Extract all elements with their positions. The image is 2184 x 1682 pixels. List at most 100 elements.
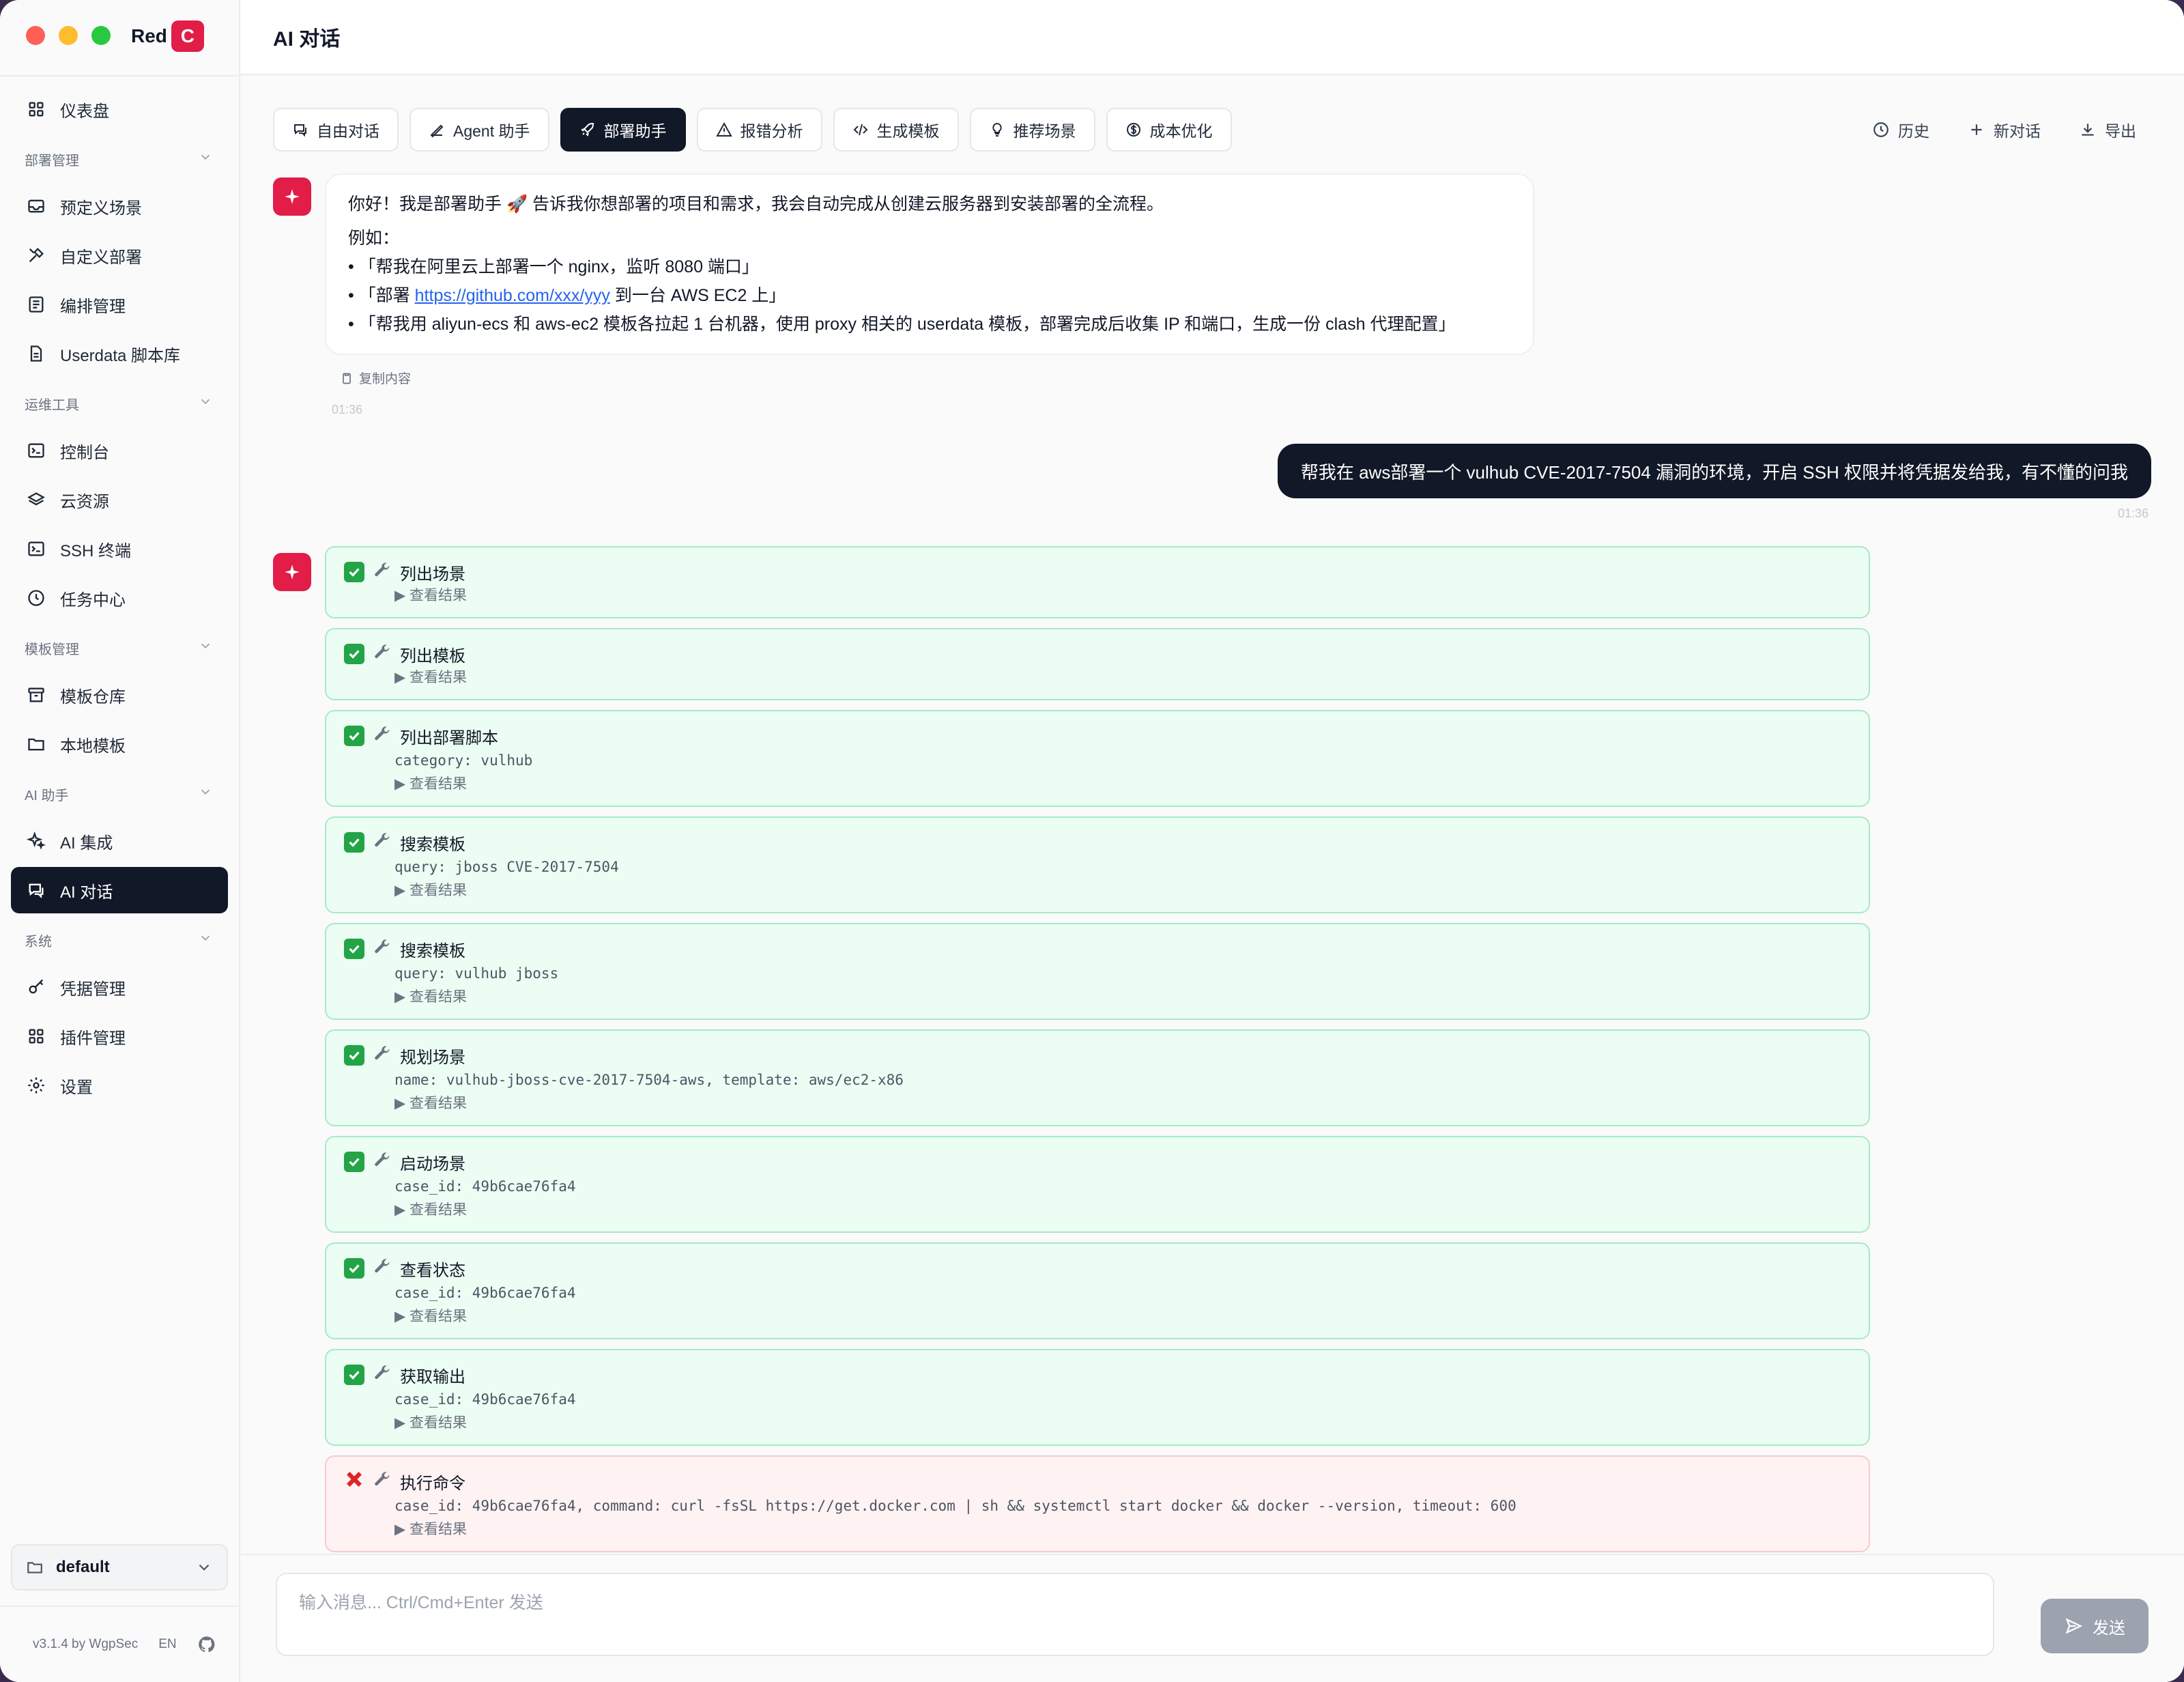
mode-tab[interactable]: 自由对话 (273, 108, 399, 152)
clock-icon (1873, 122, 1888, 137)
sidebar-item[interactable]: 模板仓库 (11, 672, 228, 718)
view-result-toggle[interactable]: ▶ 查看结果 (344, 1092, 1850, 1115)
minimize-window-button[interactable] (59, 26, 78, 45)
chat-icon (29, 883, 44, 899)
mode-tab[interactable]: 报错分析 (696, 108, 822, 152)
warning-icon (715, 122, 732, 137)
send-icon (2065, 1618, 2083, 1634)
folder-icon (28, 738, 44, 751)
check-icon (344, 1045, 364, 1066)
mode-tab[interactable]: 部署助手 (560, 108, 686, 152)
tool-name: 搜索模板 (400, 835, 465, 854)
sidebar-item[interactable]: 自定义部署 (11, 232, 228, 279)
grid-icon (29, 102, 44, 117)
view-result-toggle[interactable]: ▶ 查看结果 (344, 1412, 1850, 1435)
history-button[interactable]: 历史 (1872, 108, 1929, 152)
window-controls (26, 26, 111, 45)
app-logo: Red C (131, 20, 204, 52)
new-chat-button[interactable]: 新对话 (1968, 108, 2041, 152)
sidebar-section-header[interactable]: 模板管理 (11, 624, 228, 672)
rocket-icon (580, 122, 594, 137)
tool-name: 规划场景 (400, 1048, 465, 1067)
tool-args: category: vulhub (394, 752, 533, 769)
check-icon (344, 939, 364, 959)
view-result-toggle[interactable]: ▶ 查看结果 (344, 1518, 1850, 1541)
close-window-button[interactable] (26, 26, 45, 45)
language-toggle[interactable]: EN (158, 1637, 176, 1652)
mode-tab[interactable]: Agent 助手 (410, 108, 549, 152)
sidebar-item[interactable]: 凭据管理 (11, 964, 228, 1010)
sidebar-item[interactable]: AI 集成 (11, 818, 228, 864)
view-result-toggle[interactable]: ▶ 查看结果 (344, 584, 1850, 608)
tool-name: 获取输出 (400, 1367, 465, 1386)
sidebar-item[interactable]: 控制台 (11, 427, 228, 474)
sidebar-section-header[interactable]: 运维工具 (11, 380, 228, 427)
wrench-icon (373, 1470, 392, 1494)
export-button[interactable]: 导出 (2079, 108, 2136, 152)
check-icon (344, 562, 364, 582)
terminal-icon (28, 541, 44, 556)
sidebar-item[interactable]: 预定义场景 (11, 183, 228, 229)
sidebar-item[interactable]: 编排管理 (11, 281, 228, 328)
tool-args: query: jboss CVE-2017-7504 (394, 859, 619, 875)
terminal-icon (28, 443, 44, 458)
sidebar-item[interactable]: 插件管理 (11, 1013, 228, 1059)
tool-name: 列出部署脚本 (400, 728, 498, 747)
sidebar-section-header[interactable]: 系统 (11, 916, 228, 964)
chevron-down-icon (199, 1564, 210, 1571)
tool-name: 启动场景 (400, 1154, 465, 1173)
sidebar-item[interactable]: 云资源 (11, 476, 228, 523)
sidebar-item[interactable]: 仪表盘 (11, 86, 228, 132)
maximize-window-button[interactable] (91, 26, 111, 45)
sidebar-section-header[interactable]: AI 助手 (11, 770, 228, 818)
github-icon[interactable] (197, 1635, 216, 1654)
wrench-icon (373, 831, 392, 855)
mode-tab[interactable]: 成本优化 (1106, 108, 1232, 152)
wrench-icon (373, 642, 392, 666)
view-result-toggle[interactable]: ▶ 查看结果 (344, 1199, 1850, 1222)
wrench-icon (373, 1363, 392, 1387)
tool-call-card: 列出部署脚本 category: vulhub ▶ 查看结果 (325, 710, 1870, 807)
assistant-avatar (273, 177, 311, 216)
view-result-toggle[interactable]: ▶ 查看结果 (344, 986, 1850, 1009)
sidebar-item[interactable]: SSH 终端 (11, 526, 228, 572)
sidebar-item[interactable]: Userdata 脚本库 (11, 330, 228, 377)
sidebar-item[interactable]: 本地模板 (11, 721, 228, 767)
view-result-toggle[interactable]: ▶ 查看结果 (344, 879, 1850, 902)
tool-call-card: 搜索模板 query: vulhub jboss ▶ 查看结果 (325, 923, 1870, 1020)
sidebar-item[interactable]: AI 对话 (11, 867, 228, 913)
tool-call-card: 规划场景 name: vulhub-jboss-cve-2017-7504-aws… (325, 1029, 1870, 1126)
clock-icon (28, 590, 44, 606)
tool-args: query: vulhub jboss (394, 965, 559, 982)
gear-icon (28, 1077, 44, 1094)
sidebar-item[interactable]: 设置 (11, 1062, 228, 1109)
chat-messages[interactable]: 你好！我是部署助手 🚀 告诉我你想部署的项目和需求，我会自动完成从创建云服务器到… (273, 173, 2151, 1552)
clipboard-icon (343, 373, 351, 384)
example-link[interactable]: https://github.com/xxx/yyy (415, 286, 610, 305)
message-timestamp: 01:36 (332, 403, 363, 416)
sparkle-icon (285, 565, 300, 580)
send-button[interactable]: 发送 (2041, 1599, 2149, 1653)
code-icon (853, 124, 867, 136)
workspace-selector[interactable]: default (11, 1544, 228, 1591)
top-bar: AI 对话 (240, 0, 2184, 75)
chevron-down-icon (201, 399, 210, 405)
message-input[interactable]: 输入消息... Ctrl/Cmd+Enter 发送 (276, 1573, 1994, 1656)
copy-content-button[interactable]: 复制内容 (340, 369, 411, 387)
mode-tab[interactable]: 生成模板 (833, 108, 959, 152)
tool-args: case_id: 49b6cae76fa4 (394, 1178, 576, 1195)
sidebar-item[interactable]: 任务中心 (11, 575, 228, 621)
chevron-down-icon (201, 789, 210, 795)
view-result-toggle[interactable]: ▶ 查看结果 (344, 773, 1850, 796)
view-result-toggle[interactable]: ▶ 查看结果 (344, 1305, 1850, 1328)
mode-tabs: 自由对话 Agent 助手 部署助手 报错分析 生成模板 推荐场景 成本优化 (273, 108, 1232, 152)
sidebar-section-header[interactable]: 部署管理 (11, 135, 228, 183)
mode-tab[interactable]: 推荐场景 (969, 108, 1095, 152)
download-icon (2082, 124, 2094, 136)
layers-icon (27, 492, 45, 506)
view-result-toggle[interactable]: ▶ 查看结果 (344, 666, 1850, 689)
tool-args: case_id: 49b6cae76fa4 (394, 1391, 576, 1408)
check-icon (344, 1152, 364, 1172)
chevron-down-icon (201, 935, 210, 941)
tool-call-card: 搜索模板 query: jboss CVE-2017-7504 ▶ 查看结果 (325, 816, 1870, 913)
